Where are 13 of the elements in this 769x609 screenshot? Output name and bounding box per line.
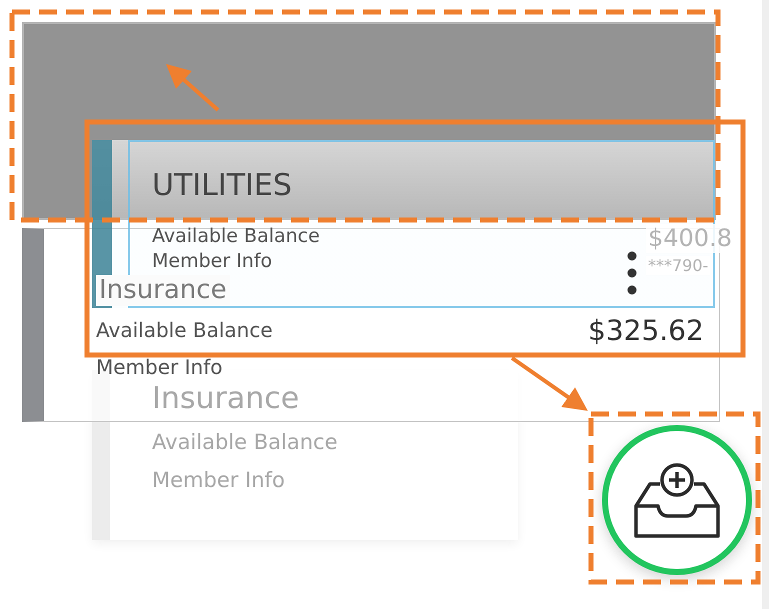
more-icon[interactable] bbox=[626, 250, 638, 296]
card-title: Insurance bbox=[152, 381, 300, 417]
inbox-plus-icon bbox=[632, 462, 722, 538]
card-title: Insurance bbox=[96, 275, 230, 306]
balance-label: Available Balance bbox=[96, 318, 273, 342]
member-info-label: Member Info bbox=[152, 250, 272, 273]
balance-label: Available Balance bbox=[152, 430, 338, 456]
member-info-label: Member Info bbox=[96, 355, 222, 379]
balance-label: Available Balance bbox=[152, 225, 320, 248]
member-info-label: Member Info bbox=[152, 468, 285, 494]
card-title: UTILITIES bbox=[152, 168, 292, 204]
amount-text: $325.62 bbox=[588, 314, 704, 348]
account-number: ***790- bbox=[646, 256, 710, 276]
